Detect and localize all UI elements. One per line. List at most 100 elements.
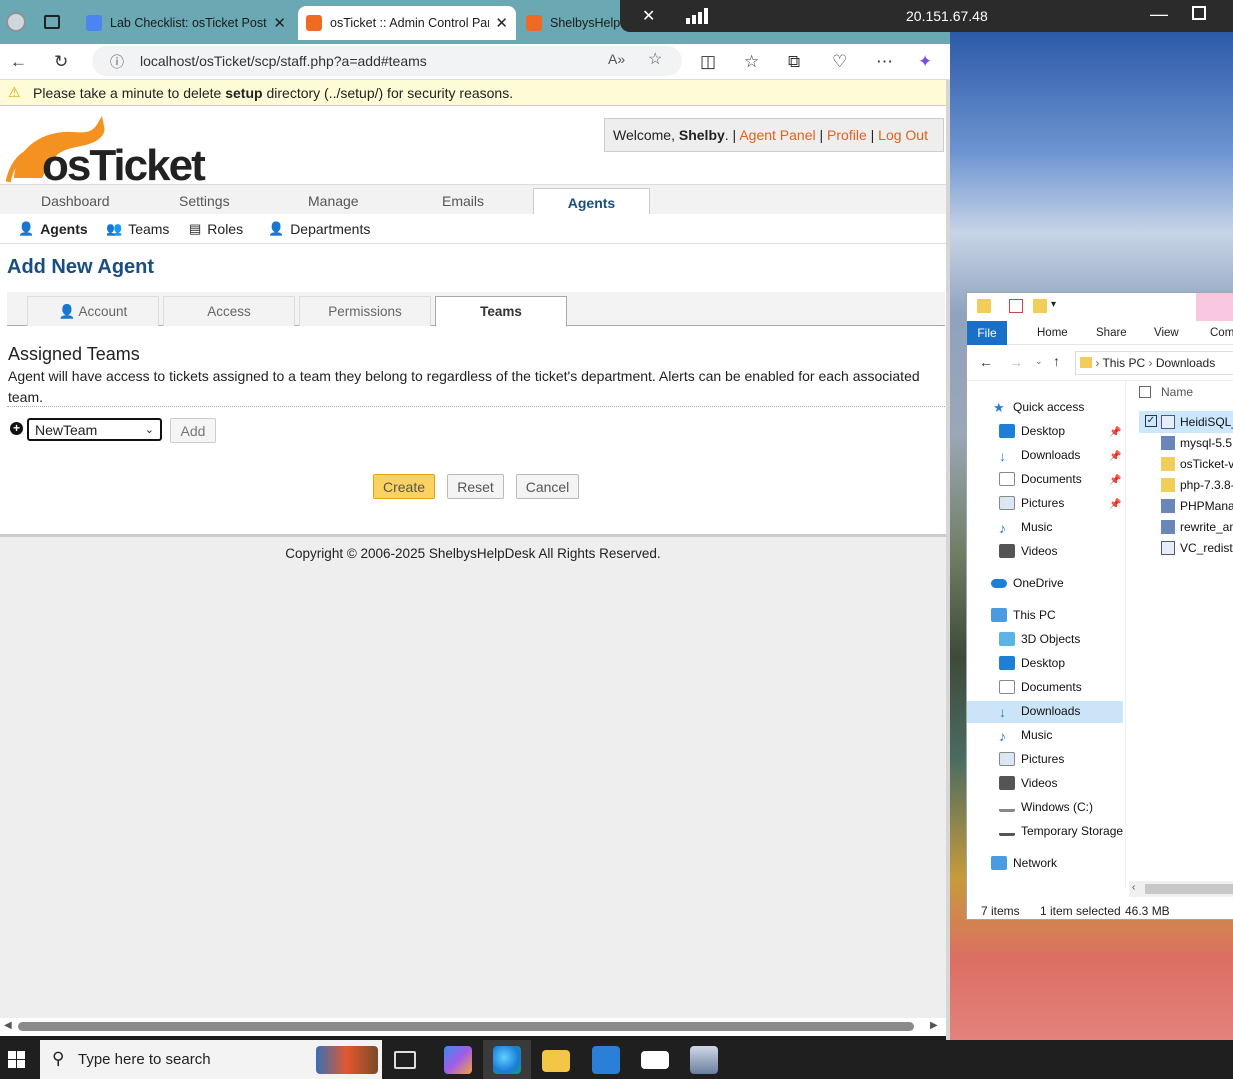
ribbon-share-tab[interactable]: Share xyxy=(1096,327,1127,339)
tree-pc-documents[interactable]: Documents xyxy=(999,680,1082,694)
subnav-agents[interactable]: 👤 Agents xyxy=(18,221,88,237)
pin-icon[interactable]: 📌 xyxy=(1109,475,1121,486)
tree-pc-temporary-storage[interactable]: Temporary Storage xyxy=(999,824,1123,838)
address-bar[interactable]: ⓘ localhost/osTicket/scp/staff.php?a=add… xyxy=(92,46,682,76)
mail-icon[interactable] xyxy=(641,1051,669,1069)
pin-icon[interactable]: 📌 xyxy=(1109,499,1121,510)
tree-onedrive[interactable]: OneDrive xyxy=(991,576,1064,590)
file-explorer-icon[interactable] xyxy=(542,1050,570,1072)
team-select[interactable]: NewTeam ⌄ xyxy=(27,418,162,441)
tree-pc-desktop[interactable]: Desktop xyxy=(999,656,1065,670)
add-team-button[interactable]: Add xyxy=(170,418,216,443)
favorite-star-icon[interactable]: ☆ xyxy=(648,49,662,69)
file-row[interactable]: VC_redist. xyxy=(1161,541,1233,555)
tab-account[interactable]: 👤 Account xyxy=(27,296,159,326)
agent-panel-link[interactable]: Agent Panel xyxy=(739,127,815,143)
back-icon[interactable]: ← xyxy=(979,354,993,370)
copilot-icon[interactable] xyxy=(444,1046,472,1074)
scrollbar-thumb[interactable] xyxy=(18,1022,914,1031)
copilot-icon[interactable]: ✦ xyxy=(918,52,932,72)
collections-icon[interactable]: ⧉ xyxy=(788,52,800,72)
refresh-icon[interactable]: ↻ xyxy=(54,52,68,72)
file-list-scrollbar[interactable]: ‹ xyxy=(1129,881,1233,897)
store-icon[interactable] xyxy=(592,1046,620,1074)
scroll-right-icon[interactable]: ▶ xyxy=(930,1020,938,1031)
subnav-teams[interactable]: 👥 Teams xyxy=(106,221,169,237)
edge-icon[interactable] xyxy=(493,1046,521,1074)
properties-icon[interactable] xyxy=(1009,299,1023,313)
cancel-button[interactable]: Cancel xyxy=(516,474,579,499)
scroll-left-icon[interactable]: ‹ xyxy=(1132,882,1135,893)
tree-pc-3d-objects[interactable]: 3D Objects xyxy=(999,632,1080,646)
more-menu-icon[interactable]: ⋯ xyxy=(876,52,893,72)
logout-link[interactable]: Log Out xyxy=(878,127,928,143)
browser-tab-osticket-admin[interactable]: osTicket :: Admin Control Pan ✕ xyxy=(298,6,516,40)
restore-icon[interactable] xyxy=(1192,6,1206,20)
up-icon[interactable]: ↑ xyxy=(1053,353,1060,369)
column-header-name[interactable]: Name xyxy=(1161,385,1193,399)
scroll-left-icon[interactable]: ◀ xyxy=(4,1020,12,1031)
file-row[interactable]: rewrite_an xyxy=(1161,520,1233,534)
tab-teams[interactable]: Teams xyxy=(435,296,567,327)
crumb-this-pc[interactable]: This PC xyxy=(1102,356,1145,370)
tree-qa-music[interactable]: ♪ Music xyxy=(999,520,1052,536)
tree-pc-music[interactable]: ♪ Music xyxy=(999,728,1052,744)
pin-icon[interactable]: 📌 xyxy=(1109,427,1121,438)
nav-tab-manage[interactable]: Manage xyxy=(308,193,359,209)
profile-link[interactable]: Profile xyxy=(827,127,867,143)
nav-tab-emails[interactable]: Emails xyxy=(442,193,484,209)
tree-qa-downloads[interactable]: ↓ Downloads xyxy=(999,448,1080,464)
tree-network[interactable]: Network xyxy=(991,856,1057,870)
server-manager-icon[interactable] xyxy=(690,1046,718,1074)
crumb-downloads[interactable]: Downloads xyxy=(1156,356,1215,370)
file-row[interactable]: PHPMana xyxy=(1161,499,1233,513)
profile-icon[interactable] xyxy=(6,12,26,32)
tree-qa-documents[interactable]: Documents xyxy=(999,472,1082,486)
ribbon-home-tab[interactable]: Home xyxy=(1037,327,1068,339)
nav-tab-settings[interactable]: Settings xyxy=(179,193,230,209)
qat-dropdown-icon[interactable]: ▾ xyxy=(1051,299,1056,310)
tree-pc-windows-c[interactable]: Windows (C:) xyxy=(999,800,1093,814)
pane-divider[interactable] xyxy=(1125,381,1126,887)
ribbon-com-tab[interactable]: Com xyxy=(1210,327,1233,339)
browser-tab-shelbys-helpdesk[interactable]: ShelbysHelpD xyxy=(518,6,628,40)
subnav-roles[interactable]: ▤ Roles xyxy=(189,221,243,237)
ribbon-file-tab[interactable]: File xyxy=(967,321,1007,345)
select-all-checkbox[interactable] xyxy=(1139,386,1151,398)
tab-access[interactable]: Access xyxy=(163,296,295,326)
subnav-departments[interactable]: 👤 Departments xyxy=(268,221,370,237)
new-folder-icon[interactable] xyxy=(1033,299,1047,313)
close-tab-icon[interactable]: ✕ xyxy=(273,14,286,32)
forward-icon[interactable]: → xyxy=(1009,354,1023,370)
minimize-icon[interactable]: — xyxy=(1150,4,1168,25)
browser-tab-lab-checklist[interactable]: Lab Checklist: osTicket Post-In ✕ xyxy=(78,6,294,40)
reset-button[interactable]: Reset xyxy=(447,474,504,499)
recent-dropdown-icon[interactable]: ⌄ xyxy=(1035,356,1043,367)
read-aloud-icon[interactable]: A» xyxy=(608,51,625,67)
windows-start-icon[interactable] xyxy=(8,1051,25,1068)
nav-tab-dashboard[interactable]: Dashboard xyxy=(41,193,110,209)
tree-qa-pictures[interactable]: Pictures xyxy=(999,496,1064,510)
tree-pc-pictures[interactable]: Pictures xyxy=(999,752,1064,766)
scrollbar-thumb[interactable] xyxy=(1145,884,1233,894)
create-button[interactable]: Create xyxy=(373,474,435,499)
signal-icon[interactable] xyxy=(686,8,708,24)
file-row[interactable]: HeidiSQL_ xyxy=(1161,415,1233,429)
file-row[interactable]: php-7.3.8- xyxy=(1161,478,1233,492)
folder-icon[interactable] xyxy=(977,299,991,313)
widgets-icon[interactable] xyxy=(316,1046,378,1074)
osticket-logo[interactable]: osTicket xyxy=(6,112,206,184)
tree-quick-access[interactable]: ★ Quick access xyxy=(993,400,1084,415)
tab-permissions[interactable]: Permissions xyxy=(299,296,431,326)
task-view-icon[interactable] xyxy=(394,1051,416,1069)
explorer-breadcrumb[interactable]: › This PC › Downloads xyxy=(1075,351,1233,375)
back-icon[interactable]: ← xyxy=(10,52,27,72)
browser-essentials-icon[interactable]: ♡ xyxy=(832,52,847,72)
info-icon[interactable]: ⓘ xyxy=(110,52,124,72)
split-screen-icon[interactable]: ◫ xyxy=(700,52,716,72)
tree-this-pc[interactable]: This PC xyxy=(991,608,1056,622)
nav-tab-agents[interactable]: Agents xyxy=(533,188,650,216)
tree-qa-desktop[interactable]: Desktop xyxy=(999,424,1065,438)
tree-qa-videos[interactable]: Videos xyxy=(999,544,1057,558)
tab-actions-icon[interactable] xyxy=(44,15,60,29)
